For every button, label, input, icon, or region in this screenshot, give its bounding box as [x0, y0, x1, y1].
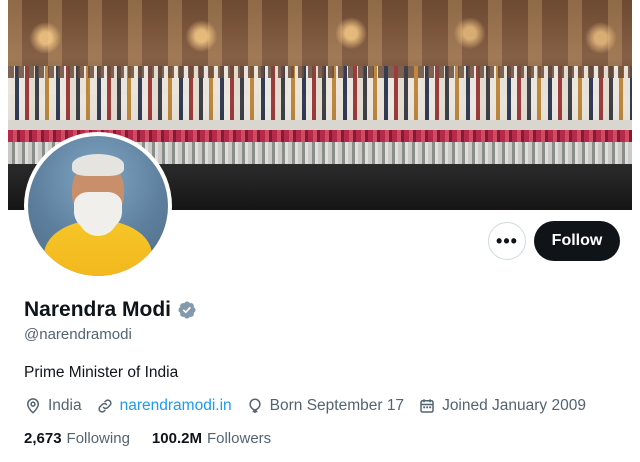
profile-handle: @narendramodi [24, 326, 132, 343]
more-options-button[interactable]: ••• [488, 222, 526, 260]
more-horizontal-icon: ••• [496, 230, 518, 251]
location-pin-icon [26, 398, 40, 414]
profile-bio: Prime Minister of India [24, 364, 179, 381]
meta-website: narendramodi.in [96, 397, 232, 415]
follow-button[interactable]: Follow [534, 221, 620, 261]
website-link[interactable]: narendramodi.in [120, 397, 232, 415]
followers-count: 100.2M [151, 430, 202, 447]
link-icon [98, 399, 112, 413]
meta-location: India [24, 397, 82, 415]
meta-born: Born September 17 [246, 397, 404, 415]
following-link[interactable]: 2,673 Following [24, 430, 130, 447]
avatar-photo [28, 136, 168, 276]
profile-stats: 2,673 Following 100.2M Followers [24, 430, 293, 447]
followers-label: Followers [206, 430, 272, 447]
born-text: Born September 17 [269, 397, 405, 414]
balloon-icon [249, 398, 261, 413]
followers-link[interactable]: 100.2M Followers [152, 430, 271, 447]
profile-header: ••• Follow Narendra Modi @narendramodi P… [0, 0, 640, 462]
following-count: 2,673 [24, 430, 62, 447]
following-label: Following [66, 430, 130, 447]
joined-text: Joined January 2009 [442, 397, 586, 414]
avatar-hair [72, 154, 124, 176]
calendar-icon [420, 399, 434, 413]
avatar[interactable] [24, 132, 172, 280]
location-text: India [48, 397, 82, 414]
avatar-beard [74, 192, 122, 232]
verified-badge-icon[interactable] [177, 300, 197, 320]
banner-crowd-heads [8, 66, 632, 78]
meta-joined: Joined January 2009 [418, 397, 586, 415]
display-name: Narendra Modi [24, 298, 172, 321]
banner-steps [8, 120, 632, 130]
profile-meta: India narendramodi.in Born September 17 [24, 397, 600, 415]
name-row: Narendra Modi [24, 298, 197, 322]
